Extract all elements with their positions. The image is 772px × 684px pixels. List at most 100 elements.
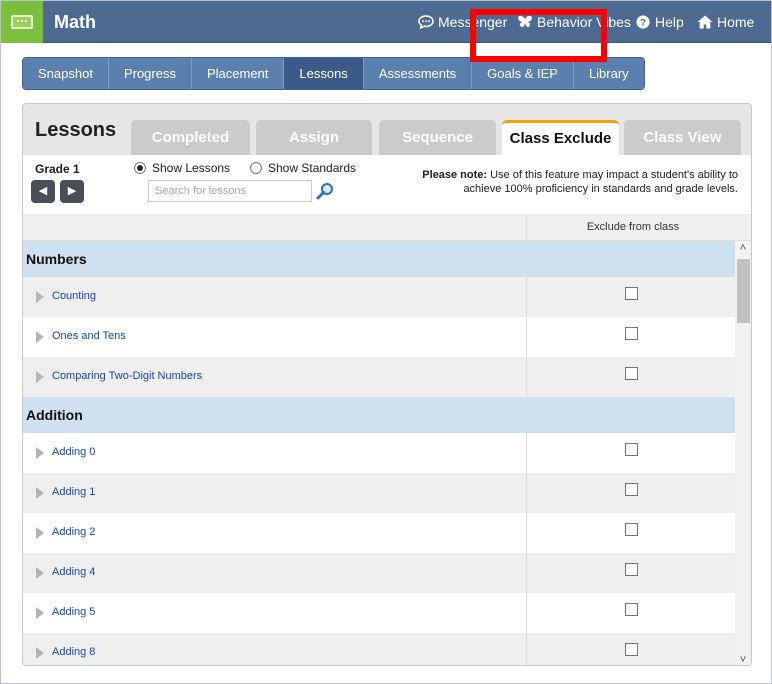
tab-placement[interactable]: Placement — [191, 58, 285, 89]
row-divider — [526, 473, 527, 513]
prev-grade-button[interactable]: ◀ — [31, 180, 55, 203]
expand-arrow-icon[interactable] — [36, 607, 44, 619]
lesson-row: Ones and Tens — [23, 317, 735, 357]
row-divider — [526, 633, 527, 665]
next-grade-button[interactable]: ▶ — [60, 180, 84, 203]
section-header-addition: Addition — [23, 397, 735, 433]
expand-arrow-icon[interactable] — [36, 331, 44, 343]
butterfly-icon — [518, 15, 532, 28]
note-label: Please note: — [422, 169, 488, 181]
exclude-checkbox[interactable] — [625, 367, 638, 380]
expand-arrow-icon[interactable] — [36, 527, 44, 539]
column-header: Exclude from class — [23, 214, 751, 241]
search-input[interactable] — [148, 180, 312, 202]
lesson-link[interactable]: Adding 2 — [52, 526, 95, 538]
home-link[interactable]: Home — [697, 14, 754, 30]
scroll-down-icon[interactable]: ˅ — [735, 653, 751, 665]
chat-bubble-icon — [418, 15, 434, 29]
tab-snapshot[interactable]: Snapshot — [23, 58, 109, 89]
list-scrollbar[interactable]: ˄ ˅ — [735, 241, 751, 665]
exclude-checkbox[interactable] — [625, 523, 638, 536]
lesson-row: Adding 4 — [23, 553, 735, 593]
home-label: Home — [717, 14, 755, 30]
lesson-link[interactable]: Adding 1 — [52, 486, 95, 498]
lesson-link[interactable]: Counting — [52, 290, 96, 302]
tab-goals-iep[interactable]: Goals & IEP — [472, 58, 574, 89]
expand-arrow-icon[interactable] — [36, 447, 44, 459]
lesson-link[interactable]: Comparing Two-Digit Numbers — [52, 370, 202, 382]
lesson-list: Numbers Counting Ones and Tens Comparing… — [23, 241, 735, 665]
app-window: Math Messenger Behavior Vibes ? Help Hom… — [0, 0, 772, 684]
logo-icon — [11, 15, 33, 29]
messenger-link[interactable]: Messenger — [418, 14, 507, 30]
feature-note: Please note: Use of this feature may imp… — [413, 168, 738, 196]
expand-arrow-icon[interactable] — [36, 567, 44, 579]
behavior-vibes-label: Behavior Vibes — [537, 14, 631, 30]
exclude-checkbox[interactable] — [625, 483, 638, 496]
panel-title: Lessons — [35, 119, 117, 141]
exclude-checkbox[interactable] — [625, 327, 638, 340]
expand-arrow-icon[interactable] — [36, 371, 44, 383]
row-divider — [526, 593, 527, 633]
tab-lessons[interactable]: Lessons — [284, 58, 364, 89]
subtab-completed[interactable]: Completed — [131, 120, 250, 155]
lesson-link[interactable]: Adding 8 — [52, 646, 95, 658]
main-tab-bar: Snapshot Progress Placement Lessons Asse… — [22, 57, 645, 90]
panel-header: Lessons Completed Assign Sequence Class … — [23, 104, 751, 155]
note-text: Use of this feature may impact a student… — [463, 169, 738, 195]
exclude-checkbox[interactable] — [625, 443, 638, 456]
section-header-numbers: Numbers — [23, 241, 735, 277]
exclude-checkbox[interactable] — [625, 287, 638, 300]
lesson-link[interactable]: Adding 5 — [52, 606, 95, 618]
help-link[interactable]: ? Help — [635, 14, 684, 30]
lesson-link[interactable]: Ones and Tens — [52, 330, 126, 342]
app-logo[interactable] — [1, 1, 43, 43]
tab-library[interactable]: Library — [573, 58, 644, 89]
behavior-vibes-link[interactable]: Behavior Vibes — [517, 14, 631, 30]
lesson-row: Adding 8 — [23, 633, 735, 665]
exclude-checkbox[interactable] — [625, 643, 638, 656]
lesson-row: Adding 5 — [23, 593, 735, 633]
exclude-checkbox[interactable] — [625, 563, 638, 576]
lesson-row: Adding 0 — [23, 433, 735, 473]
lesson-row: Counting — [23, 277, 735, 317]
scroll-thumb[interactable] — [737, 259, 750, 323]
tab-assessments[interactable]: Assessments — [363, 58, 473, 89]
subtab-assign[interactable]: Assign — [256, 120, 372, 155]
show-standards-label: Show Standards — [268, 161, 357, 175]
app-title: Math — [54, 12, 96, 32]
scroll-up-icon[interactable]: ˄ — [735, 241, 751, 255]
row-divider — [526, 513, 527, 553]
exclude-checkbox[interactable] — [625, 603, 638, 616]
tab-progress[interactable]: Progress — [108, 58, 192, 89]
row-divider — [526, 357, 527, 397]
subtab-sequence[interactable]: Sequence — [379, 120, 496, 155]
show-standards-radio[interactable]: Show Standards — [250, 161, 356, 175]
search-icon[interactable] — [316, 182, 334, 200]
subtab-class-view[interactable]: Class View — [624, 120, 741, 155]
home-icon — [697, 15, 713, 29]
row-divider — [526, 277, 527, 317]
radio-selected-icon — [134, 162, 146, 174]
show-lessons-radio[interactable]: Show Lessons — [134, 161, 230, 175]
expand-arrow-icon[interactable] — [36, 487, 44, 499]
lessons-panel: Lessons Completed Assign Sequence Class … — [22, 103, 752, 666]
messenger-label: Messenger — [438, 14, 508, 30]
show-lessons-label: Show Lessons — [152, 161, 231, 175]
lesson-row: Adding 2 — [23, 513, 735, 553]
top-bar: Math Messenger Behavior Vibes ? Help Hom… — [1, 1, 771, 43]
expand-arrow-icon[interactable] — [36, 647, 44, 659]
grade-label: Grade 1 — [35, 162, 80, 176]
help-label: Help — [655, 14, 684, 30]
lesson-link[interactable]: Adding 0 — [52, 446, 95, 458]
question-circle-icon: ? — [636, 15, 650, 29]
subtab-class-exclude[interactable]: Class Exclude — [502, 120, 619, 155]
lesson-link[interactable]: Adding 4 — [52, 566, 95, 578]
row-divider — [526, 553, 527, 593]
lesson-row: Comparing Two-Digit Numbers — [23, 357, 735, 397]
expand-arrow-icon[interactable] — [36, 291, 44, 303]
row-divider — [526, 317, 527, 357]
radio-unselected-icon — [250, 162, 262, 174]
exclude-column-header: Exclude from class — [586, 221, 680, 233]
row-divider — [526, 433, 527, 473]
